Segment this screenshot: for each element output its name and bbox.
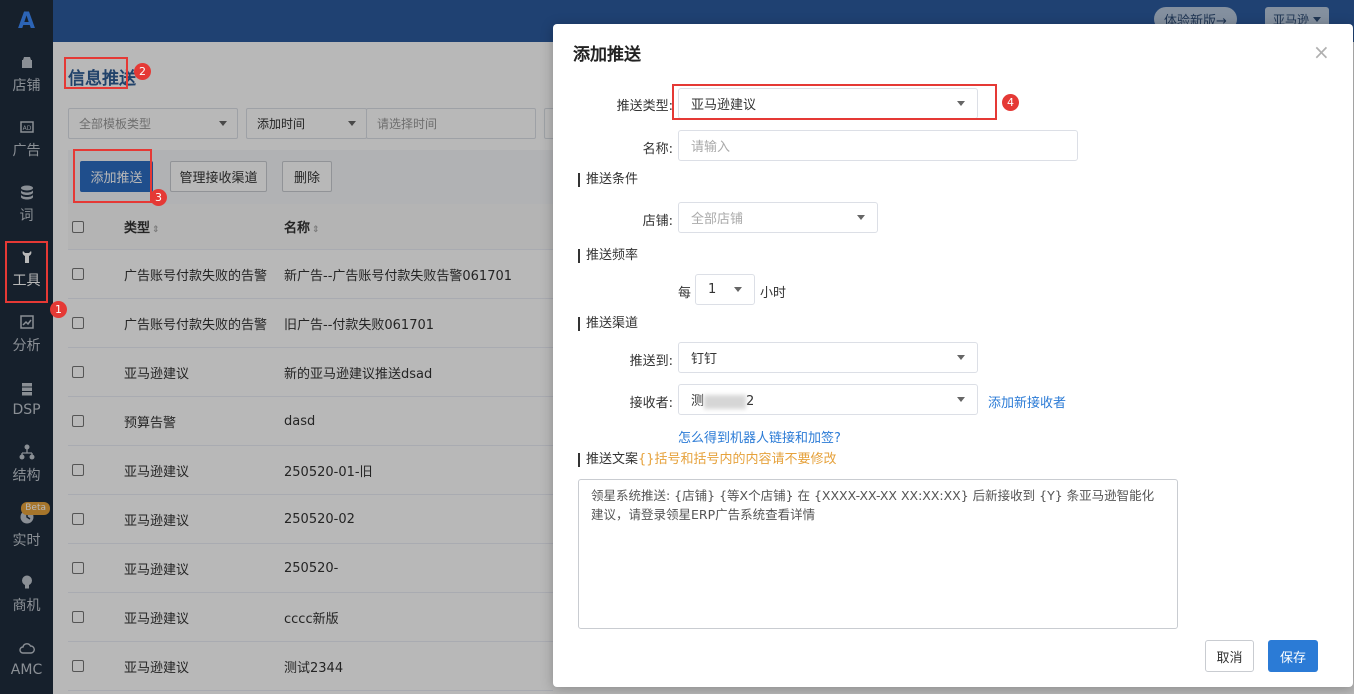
chevron-down-icon <box>857 215 865 220</box>
save-button[interactable]: 保存 <box>1268 640 1318 672</box>
marker-1: 1 <box>50 301 67 318</box>
receiver-value: 测2 <box>691 390 754 409</box>
highlight-title <box>64 57 128 89</box>
freq-suffix: 小时 <box>760 286 787 301</box>
name-input[interactable]: 请输入 <box>678 130 1078 161</box>
redacted-text <box>704 394 747 409</box>
push-type-label: 推送类型: <box>616 99 673 114</box>
marker-3: 3 <box>150 189 167 206</box>
highlight-add-button <box>73 149 152 203</box>
copy-hint: {}括号和括号内的内容请不要修改 <box>638 452 837 467</box>
freq-prefix: 每 <box>678 286 692 301</box>
highlight-push-type <box>672 84 997 120</box>
receiver-value-start: 测 <box>691 394 705 409</box>
push-to-label: 推送到: <box>629 354 673 369</box>
section-copy-title: 推送文案 <box>586 452 639 467</box>
store-select[interactable]: 全部店铺 <box>678 202 878 233</box>
dialog-title: 添加推送 <box>573 45 641 65</box>
receiver-label: 接收者: <box>629 396 673 411</box>
section-condition: 推送条件 <box>578 173 638 187</box>
cancel-button[interactable]: 取消 <box>1205 640 1254 672</box>
highlight-tools <box>5 241 48 303</box>
frequency-select[interactable]: 1 <box>695 274 755 305</box>
push-to-select[interactable]: 钉钉 <box>678 342 978 373</box>
chevron-down-icon <box>734 287 742 292</box>
marker-2: 2 <box>134 63 151 80</box>
name-placeholder: 请输入 <box>691 140 731 155</box>
frequency-value: 1 <box>708 282 717 297</box>
receiver-select[interactable]: 测2 <box>678 384 978 415</box>
name-label: 名称: <box>642 142 673 157</box>
store-label: 店铺: <box>642 214 673 229</box>
close-icon[interactable]: × <box>1313 40 1330 64</box>
copy-textarea[interactable]: 领星系统推送: {店铺} {等X个店铺} 在 {XXXX-XX-XX XX:XX… <box>578 479 1178 629</box>
robot-help-link[interactable]: 怎么得到机器人链接和加签? <box>678 427 841 446</box>
add-push-dialog: 添加推送 × 推送类型: 亚马逊建议 4 名称: 请输入 推送条件 店铺: 全部… <box>553 24 1353 687</box>
chevron-down-icon <box>957 355 965 360</box>
receiver-value-end: 2 <box>746 394 755 409</box>
section-frequency: 推送频率 <box>578 249 638 263</box>
store-value: 全部店铺 <box>691 212 744 227</box>
chevron-down-icon <box>957 397 965 402</box>
section-copy: 推送文案{}括号和括号内的内容请不要修改 <box>578 453 837 467</box>
push-to-value: 钉钉 <box>691 352 718 367</box>
add-receiver-link[interactable]: 添加新接收者 <box>988 392 1066 411</box>
marker-4: 4 <box>1002 94 1019 111</box>
section-channel: 推送渠道 <box>578 317 638 331</box>
